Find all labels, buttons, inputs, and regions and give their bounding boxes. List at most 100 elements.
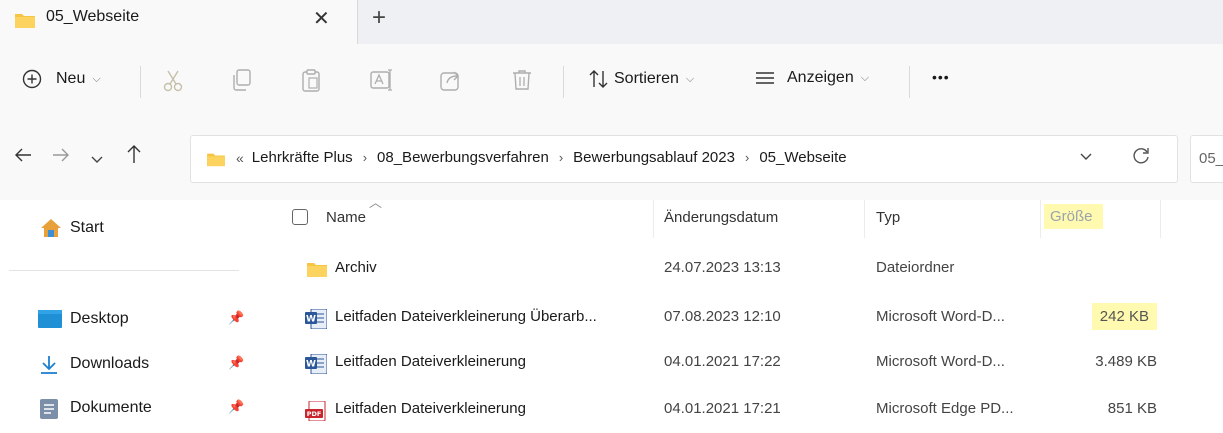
- home-icon: [40, 218, 62, 242]
- chevron-right-icon[interactable]: ›: [559, 150, 563, 165]
- sidebar-item-dokumente[interactable]: Dokumente 📌: [0, 390, 252, 426]
- breadcrumb-item[interactable]: 05_Webseite: [759, 149, 846, 166]
- share-icon: [440, 69, 462, 91]
- sidebar-item-start[interactable]: Start: [0, 210, 252, 246]
- up-icon[interactable]: [126, 144, 142, 169]
- file-size: 242 KB: [1091, 303, 1157, 330]
- more-options-button[interactable]: •••: [932, 69, 950, 85]
- back-icon[interactable]: [14, 147, 32, 168]
- file-name: Leitfaden Dateiverkleinerung: [335, 400, 526, 417]
- copy-icon: [232, 69, 252, 91]
- share-button[interactable]: [440, 69, 462, 91]
- toolbar-divider: [909, 66, 910, 98]
- column-divider[interactable]: [1160, 200, 1161, 238]
- breadcrumb-overflow[interactable]: «: [236, 150, 244, 166]
- chevron-down-icon: ⌵: [860, 71, 870, 84]
- desktop-icon: [38, 310, 62, 332]
- file-type: Microsoft Word-D...: [876, 308, 1005, 325]
- delete-button[interactable]: [512, 69, 532, 91]
- paste-button[interactable]: [301, 69, 321, 93]
- tab-05-webseite[interactable]: 05_Webseite ✕: [0, 0, 358, 44]
- sort-icon: [588, 69, 610, 89]
- file-date: 07.08.2023 12:10: [664, 308, 781, 325]
- pin-icon[interactable]: 📌: [228, 310, 244, 326]
- sidebar-item-label: Desktop: [70, 310, 129, 327]
- file-row-leitfaden-pdf[interactable]: PDF Leitfaden Dateiverkleinerung 04.01.2…: [252, 389, 1223, 433]
- sidebar-divider: [9, 270, 239, 271]
- chevron-right-icon[interactable]: ›: [745, 150, 749, 165]
- new-button[interactable]: Neu ⌵: [22, 69, 101, 89]
- documents-icon: [40, 399, 58, 423]
- file-date: 04.01.2021 17:22: [664, 353, 781, 370]
- rename-icon: [370, 69, 394, 91]
- recent-locations-chevron-icon[interactable]: [90, 149, 104, 170]
- chevron-right-icon[interactable]: ›: [363, 150, 367, 165]
- close-tab-button[interactable]: ✕: [313, 6, 330, 31]
- file-row-archiv[interactable]: Archiv 24.07.2023 13:13 Dateiordner: [252, 248, 1223, 292]
- tab-bar: 05_Webseite ✕ +: [0, 0, 1223, 44]
- file-size: 851 KB: [1107, 400, 1157, 417]
- search-text: 05_: [1199, 150, 1223, 167]
- refresh-icon[interactable]: [1131, 146, 1151, 172]
- column-size[interactable]: Größe: [1044, 204, 1103, 229]
- cut-button[interactable]: [162, 69, 184, 93]
- view-button[interactable]: Anzeigen ⌵: [755, 69, 869, 87]
- file-name: Leitfaden Dateiverkleinerung: [335, 353, 526, 370]
- column-divider[interactable]: [653, 200, 654, 238]
- word-icon: W: [305, 308, 328, 333]
- sidebar-item-label: Dokumente: [70, 399, 152, 416]
- svg-text:W: W: [306, 360, 316, 370]
- search-input[interactable]: 05_: [1190, 135, 1223, 183]
- address-history-chevron-icon[interactable]: [1079, 150, 1093, 165]
- sort-label: Sortieren: [614, 70, 679, 87]
- file-type: Dateiordner: [876, 259, 955, 276]
- pdf-icon: PDF: [305, 400, 327, 425]
- file-row-leitfaden-docx[interactable]: W Leitfaden Dateiverkleinerung 04.01.202…: [252, 342, 1223, 386]
- sort-button[interactable]: Sortieren ⌵: [588, 69, 694, 89]
- tab-title: 05_Webseite: [46, 8, 140, 25]
- view-label: Anzeigen: [787, 69, 854, 86]
- pin-icon[interactable]: 📌: [228, 355, 244, 371]
- toolbar-divider: [563, 66, 564, 98]
- address-bar[interactable]: « Lehrkräfte Plus › 08_Bewerbungsverfahr…: [190, 135, 1178, 183]
- file-name: Leitfaden Dateiverkleinerung Überarb...: [335, 308, 597, 325]
- svg-text:PDF: PDF: [307, 410, 322, 418]
- chevron-down-icon: ⌵: [92, 72, 101, 85]
- column-date[interactable]: Änderungsdatum: [664, 209, 778, 226]
- chevron-down-icon: ⌵: [685, 72, 695, 85]
- new-tab-button[interactable]: +: [372, 4, 386, 32]
- file-row-leitfaden-ueberarb[interactable]: W Leitfaden Dateiverkleinerung Überarb..…: [252, 297, 1223, 341]
- word-icon: W: [305, 353, 328, 378]
- sidebar-item-desktop[interactable]: Desktop 📌: [0, 301, 252, 337]
- select-all-checkbox[interactable]: [292, 209, 308, 225]
- file-name: Archiv: [335, 259, 377, 276]
- copy-button[interactable]: [232, 69, 252, 91]
- plus-circle-icon: [22, 69, 42, 89]
- forward-icon[interactable]: [52, 147, 70, 168]
- sort-ascending-icon: ︿: [369, 195, 383, 210]
- column-divider[interactable]: [1040, 200, 1041, 238]
- new-label: Neu: [56, 70, 86, 87]
- file-list: ︿ Name Änderungsdatum Typ Größe Archiv 2…: [252, 195, 1223, 433]
- file-type: Microsoft Edge PD...: [876, 400, 1014, 417]
- rename-button[interactable]: [370, 69, 394, 91]
- breadcrumb-item[interactable]: 08_Bewerbungsverfahren: [377, 149, 549, 166]
- folder-icon: [206, 151, 226, 171]
- toolbar-divider: [140, 66, 141, 98]
- svg-text:W: W: [306, 315, 316, 325]
- navigation-row: « Lehrkräfte Plus › 08_Bewerbungsverfahr…: [0, 118, 1223, 201]
- paste-icon: [301, 69, 321, 93]
- file-size: 3.489 KB: [1095, 353, 1157, 370]
- sidebar-item-label: Downloads: [70, 355, 150, 372]
- pin-icon[interactable]: 📌: [228, 399, 244, 415]
- column-divider[interactable]: [864, 200, 865, 238]
- column-type[interactable]: Typ: [876, 209, 900, 226]
- sidebar-item-label: Start: [70, 219, 104, 236]
- breadcrumb-item[interactable]: Bewerbungsablauf 2023: [573, 149, 735, 166]
- sidebar-item-downloads[interactable]: Downloads 📌: [0, 346, 252, 382]
- breadcrumb-item[interactable]: Lehrkräfte Plus: [252, 149, 353, 166]
- cut-icon: [162, 69, 184, 93]
- column-name[interactable]: Name: [326, 209, 366, 226]
- breadcrumb: « Lehrkräfte Plus › 08_Bewerbungsverfahr…: [236, 149, 847, 166]
- view-icon: [755, 70, 775, 86]
